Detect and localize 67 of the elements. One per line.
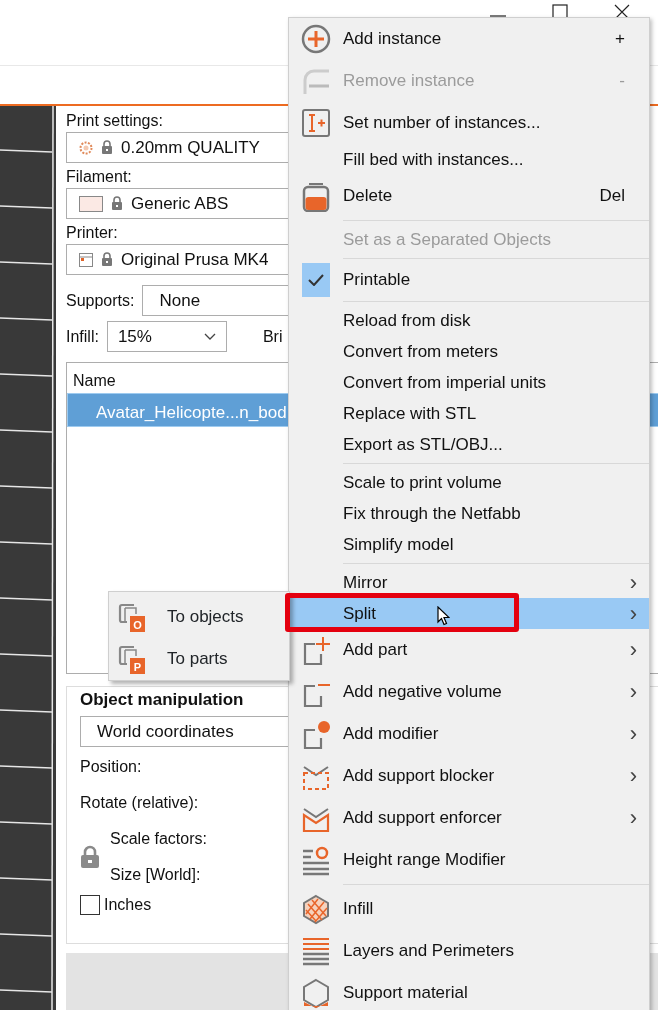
field-label: Size [World]: (110, 865, 201, 885)
printer-icon (79, 252, 93, 267)
field-label: Bri (262, 326, 283, 347)
lock-icon (101, 140, 113, 155)
menu-item[interactable]: Replace with STL (289, 398, 649, 429)
color-swatch-icon (79, 195, 103, 212)
close-icon[interactable] (614, 2, 630, 18)
menu-item[interactable]: Convert from meters (289, 336, 649, 367)
menu-item[interactable]: Add support enforcer › (289, 797, 649, 839)
preset-name: Generic ABS (131, 192, 229, 215)
field-label: Rotate (relative): (80, 793, 199, 813)
menu-item[interactable]: Mirror › (289, 567, 649, 598)
instances-icon (301, 107, 331, 139)
submenu-arrow: › (629, 765, 638, 787)
preset-name: Original Prusa MK4 (121, 248, 269, 271)
column-header: Name (72, 371, 116, 391)
submenu-arrow: › (629, 807, 638, 829)
submenu-arrow: › (629, 639, 638, 661)
field-label: Scale factors: (110, 829, 207, 849)
field-label: Infill: (66, 326, 99, 347)
menu-item[interactable]: Height range Modifier (289, 839, 649, 881)
add-circle-icon (301, 23, 331, 55)
menu-item[interactable]: Convert from imperial units (289, 367, 649, 398)
menu-item[interactable]: O To objects (109, 596, 289, 638)
field-label: Filament: (66, 167, 132, 187)
lock-icon (80, 845, 100, 869)
field-label: Print settings: (66, 111, 163, 131)
menu-item[interactable]: Fix through the Netfabb (289, 498, 649, 529)
field-label: Position: (80, 757, 142, 777)
checkbox-label: Inches (104, 895, 152, 915)
menu-item[interactable]: Infill (289, 888, 649, 930)
menu-item[interactable]: Split › (289, 598, 649, 629)
menu-item[interactable]: Support material (289, 972, 649, 1010)
menu-item[interactable]: Scale to print volume (289, 467, 649, 498)
submenu-arrow: › (629, 571, 638, 594)
menu-item[interactable]: Add negative volume › (289, 671, 649, 713)
support-material-icon (301, 977, 331, 1009)
gear-icon (79, 140, 93, 155)
cursor-icon (437, 606, 450, 626)
submenu-arrow: › (629, 681, 638, 703)
menu-item[interactable]: Simplify model (289, 529, 649, 560)
submenu-arrow: › (629, 602, 638, 625)
field-label: Supports: (66, 290, 135, 311)
shortcut-label: - (619, 70, 626, 93)
layers-icon (301, 935, 331, 967)
preset-name: 0.20mm QUALITY (121, 136, 260, 159)
menu-item[interactable]: Add instance + (289, 18, 649, 60)
menu-item[interactable]: Add part › (289, 629, 649, 671)
menu-item[interactable]: P To parts (109, 638, 289, 680)
lock-icon (111, 196, 123, 211)
shortcut-label: + (615, 28, 626, 51)
menu-item[interactable]: Add support blocker › (289, 755, 649, 797)
modifier-icon (301, 718, 331, 750)
panel-title: Object manipulation (80, 689, 244, 711)
field-label: Printer: (66, 223, 118, 243)
chevron-down-icon (203, 332, 216, 341)
trash-icon (301, 180, 331, 212)
submenu-arrow: › (629, 723, 638, 745)
lock-icon (101, 252, 113, 267)
menu-item[interactable]: Layers and Perimeters (289, 930, 649, 972)
height-range-icon (301, 844, 331, 876)
infill-dropdown[interactable]: 15% (106, 321, 227, 352)
inches-checkbox[interactable] (80, 895, 100, 915)
shortcut-label: Del (599, 185, 626, 208)
menu-item[interactable]: Export as STL/OBJ... (289, 429, 649, 460)
infill-icon (301, 893, 331, 925)
add-part-icon (301, 634, 331, 666)
